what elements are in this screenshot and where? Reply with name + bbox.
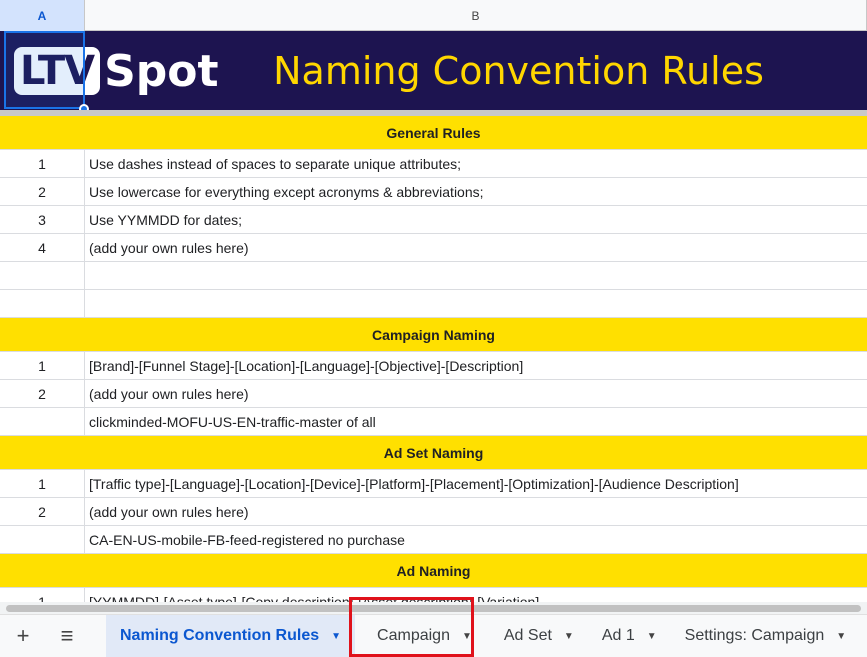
table-row[interactable]: 2 (add your own rules here) [0,498,867,526]
tab-label: Campaign [377,627,450,644]
tab-label: Settings: Campaign [684,627,825,644]
chevron-down-icon[interactable]: ▼ [647,631,657,642]
rule-number[interactable]: 4 [0,234,85,262]
empty-cell[interactable] [0,290,85,318]
rule-number[interactable]: 2 [0,498,85,526]
rule-text[interactable]: (add your own rules here) [85,380,867,408]
tab-label: Ad Set [503,627,552,644]
rule-number[interactable]: 1 [0,588,85,602]
rule-number[interactable] [0,526,85,554]
section-header-campaign[interactable]: Campaign Naming [0,318,867,352]
chevron-down-icon[interactable]: ▼ [331,631,341,642]
section-header-ad[interactable]: Ad Naming [0,554,867,588]
chevron-down-icon[interactable]: ▼ [462,631,472,642]
table-row[interactable]: clickminded-MOFU-US-EN-traffic-master of… [0,408,867,436]
section-title: General Rules [386,124,481,141]
tab-naming-convention-rules[interactable]: Naming Convention Rules ▼ [106,614,356,657]
empty-cell[interactable] [85,290,867,318]
tab-label: Ad 1 [601,627,635,644]
column-headers: A B [0,0,867,31]
rule-text[interactable]: Use dashes instead of spaces to separate… [85,150,867,178]
sheet-tab-bar: + ≡ Naming Convention Rules ▼ Campaign ▼… [0,614,867,657]
empty-row[interactable] [0,262,867,290]
section-title: Ad Set Naming [383,444,484,461]
add-sheet-icon[interactable]: + [6,619,40,653]
rule-text[interactable]: (add your own rules here) [85,234,867,262]
empty-row[interactable] [0,290,867,318]
cell-selection-a1[interactable] [4,31,85,109]
table-row[interactable]: 1 Use dashes instead of spaces to separa… [0,150,867,178]
tab-campaign[interactable]: Campaign ▼ [363,615,486,657]
tab-label: Naming Convention Rules [120,627,320,644]
rule-number[interactable]: 1 [0,470,85,498]
rule-text[interactable]: [Traffic type]-[Language]-[Location]-[De… [85,470,867,498]
rule-number[interactable] [0,408,85,436]
column-header-a[interactable]: A [0,0,85,31]
horizontal-scrollbar[interactable] [0,602,867,614]
scrollbar-thumb[interactable] [6,605,861,612]
section-header-adset[interactable]: Ad Set Naming [0,436,867,470]
all-sheets-menu-icon[interactable]: ≡ [50,619,84,653]
chevron-down-icon[interactable]: ▼ [836,631,846,642]
table-row[interactable]: 1 [Brand]-[Funnel Stage]-[Location]-[Lan… [0,352,867,380]
rule-text[interactable]: [Brand]-[Funnel Stage]-[Location]-[Langu… [85,352,867,380]
rule-number[interactable]: 3 [0,206,85,234]
banner-row[interactable]: LTV Spot Naming Convention Rules [0,31,867,114]
empty-cell[interactable] [85,262,867,290]
sheet-grid: LTV Spot Naming Convention Rules General… [0,31,867,602]
tab-settings-campaign[interactable]: Settings: Campaign ▼ [671,615,861,657]
rule-text[interactable]: Use lowercase for everything except acro… [85,178,867,206]
table-row[interactable]: 2 Use lowercase for everything except ac… [0,178,867,206]
rule-text[interactable]: Use YYMMDD for dates; [85,206,867,234]
tab-ad-1[interactable]: Ad 1 ▼ [588,615,671,657]
empty-cell[interactable] [0,262,85,290]
page-title: Naming Convention Rules [273,48,764,93]
rule-example[interactable]: CA-EN-US-mobile-FB-feed-registered no pu… [85,526,867,554]
table-row[interactable]: 3 Use YYMMDD for dates; [0,206,867,234]
tab-ad-set[interactable]: Ad Set ▼ [490,615,588,657]
table-row[interactable]: CA-EN-US-mobile-FB-feed-registered no pu… [0,526,867,554]
section-title: Ad Naming [396,562,471,579]
rule-number[interactable]: 2 [0,380,85,408]
column-header-b[interactable]: B [85,0,867,31]
table-row[interactable]: 1 [Traffic type]-[Language]-[Location]-[… [0,470,867,498]
rule-number[interactable]: 1 [0,150,85,178]
rule-text[interactable]: [YYMMDD]-[Asset type]-[Copy description]… [85,588,867,602]
section-title: Campaign Naming [372,326,495,343]
rule-number[interactable]: 1 [0,352,85,380]
table-row[interactable]: 1 [YYMMDD]-[Asset type]-[Copy descriptio… [0,588,867,602]
rule-text[interactable]: (add your own rules here) [85,498,867,526]
chevron-down-icon[interactable]: ▼ [564,631,574,642]
rule-example[interactable]: clickminded-MOFU-US-EN-traffic-master of… [85,408,867,436]
rule-number[interactable]: 2 [0,178,85,206]
table-row[interactable]: 2 (add your own rules here) [0,380,867,408]
table-row[interactable]: 4 (add your own rules here) [0,234,867,262]
section-header-general[interactable]: General Rules [0,116,867,150]
